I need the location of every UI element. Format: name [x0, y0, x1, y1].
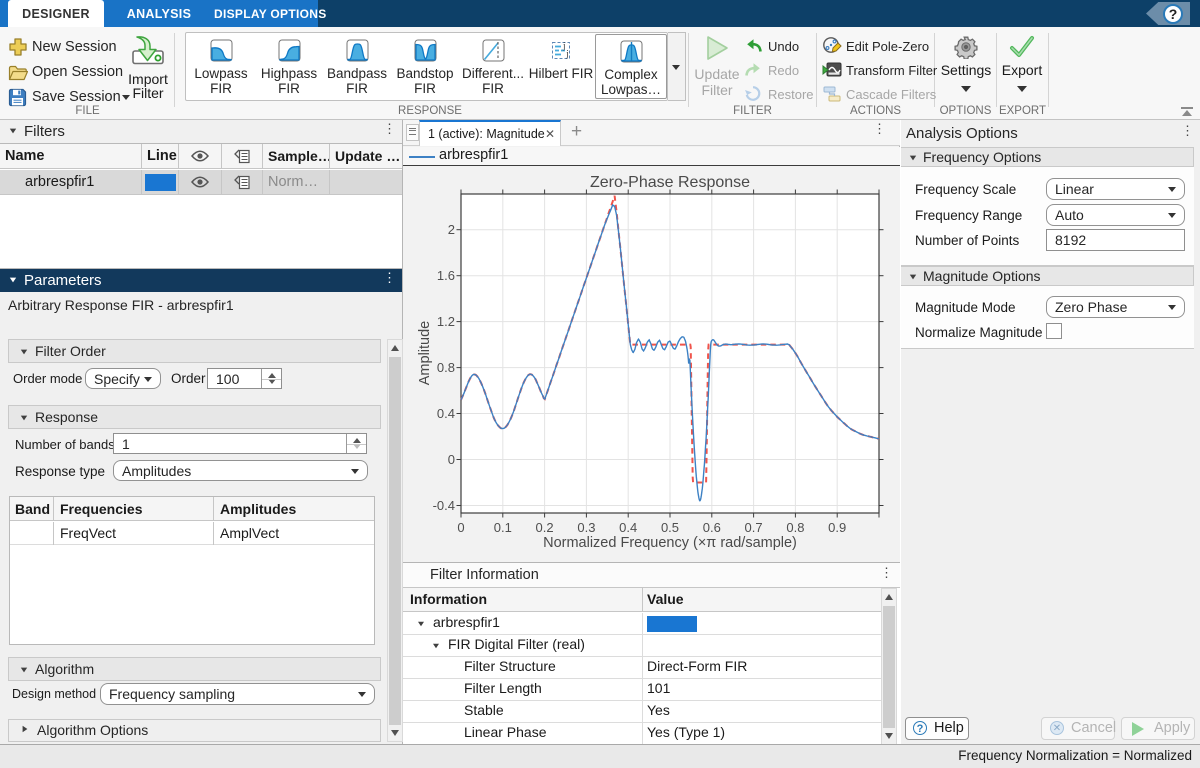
svg-text:0.4: 0.4: [437, 406, 455, 421]
svg-text:Amplitude: Amplitude: [417, 321, 433, 385]
svg-text:0.1: 0.1: [494, 520, 512, 535]
svg-text:0.7: 0.7: [745, 520, 763, 535]
svg-text:2: 2: [448, 222, 455, 237]
svg-text:0.6: 0.6: [703, 520, 721, 535]
svg-text:-0.4: -0.4: [433, 498, 455, 513]
svg-text:0: 0: [457, 520, 464, 535]
svg-text:0.8: 0.8: [786, 520, 804, 535]
svg-text:0.5: 0.5: [661, 520, 679, 535]
svg-text:j: j: [562, 41, 566, 51]
svg-text:Zero-Phase Response: Zero-Phase Response: [590, 174, 750, 191]
svg-text:1.6: 1.6: [437, 268, 455, 283]
svg-text:0.8: 0.8: [437, 360, 455, 375]
svg-text:0.3: 0.3: [577, 520, 595, 535]
svg-text:1.2: 1.2: [437, 314, 455, 329]
svg-text:0.9: 0.9: [828, 520, 846, 535]
svg-text:0: 0: [448, 452, 455, 467]
svg-text:0.2: 0.2: [536, 520, 554, 535]
svg-text:j: j: [565, 49, 569, 59]
svg-text:Normalized Frequency (×π rad/s: Normalized Frequency (×π rad/sample): [543, 535, 797, 551]
svg-text:0.4: 0.4: [619, 520, 637, 535]
